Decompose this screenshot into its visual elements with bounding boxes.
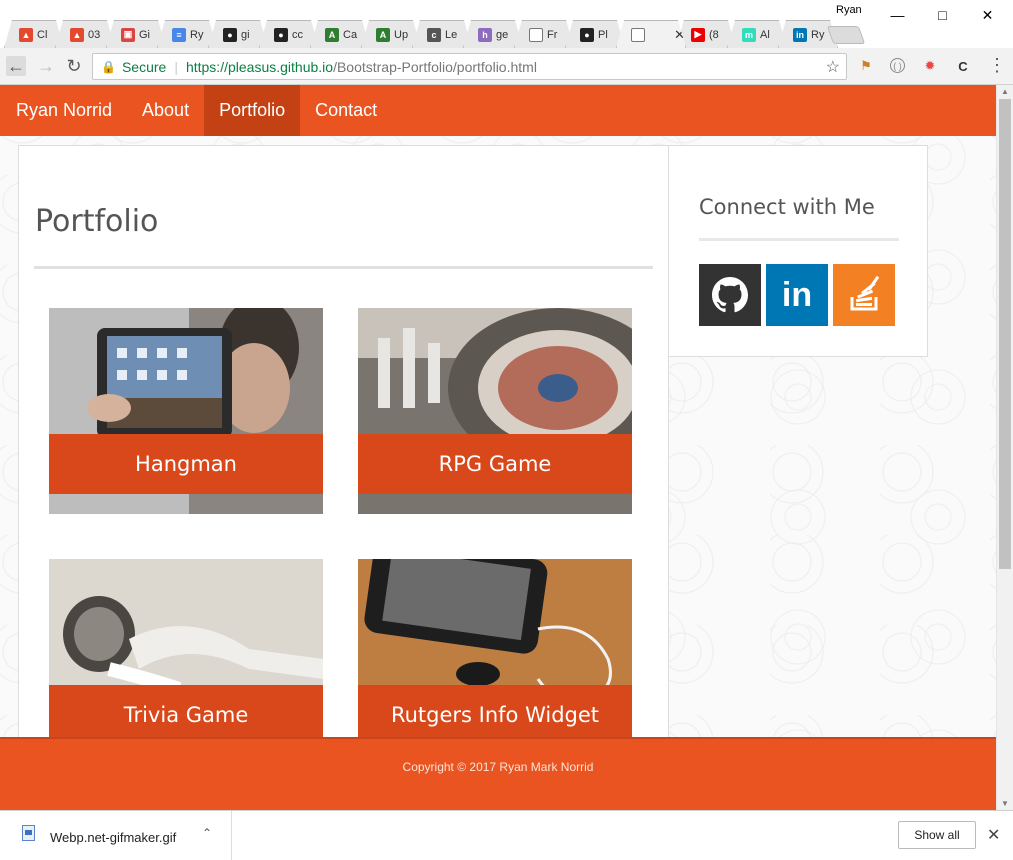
url-host: pleasus.github.io <box>227 58 334 75</box>
extension-icon[interactable]: C <box>955 58 971 74</box>
profile-name[interactable]: Ryan <box>836 4 862 16</box>
bracket-icon: A <box>376 28 390 42</box>
page-icon <box>529 28 543 42</box>
project-card-trivia-game[interactable]: Trivia Game <box>49 559 323 765</box>
portfolio-panel: Portfolio Hangman RPG Game Trivia Game R… <box>18 145 669 765</box>
project-card-rpg-game[interactable]: RPG Game <box>358 308 632 514</box>
github-logo <box>712 277 748 313</box>
project-title[interactable]: Trivia Game <box>49 685 323 745</box>
copyright-text: Copyright © 2017 Ryan Mark Norrid <box>402 760 594 774</box>
site-footer: Copyright © 2017 Ryan Mark Norrid <box>0 737 996 810</box>
browser-tab[interactable]: ▶ (8 <box>676 20 736 48</box>
browser-tab[interactable]: A Ca <box>310 20 370 48</box>
h-icon: h <box>478 28 492 42</box>
new-tab-button[interactable] <box>826 26 866 44</box>
forward-arrow-icon[interactable]: → <box>36 56 56 76</box>
secure-label: Secure <box>121 58 167 75</box>
project-title[interactable]: Rutgers Info Widget <box>358 685 632 745</box>
project-card-hangman[interactable]: Hangman <box>49 308 323 514</box>
connect-divider <box>699 238 899 241</box>
stackoverflow-icon[interactable] <box>833 264 895 326</box>
address-bar[interactable]: 🔒 Secure | https:// pleasus.github.io /B… <box>92 53 847 80</box>
gitlab-icon: ▲ <box>70 28 84 42</box>
color-picker-icon[interactable]: ✹ <box>922 58 938 74</box>
menu-dots-icon[interactable]: ⋮ <box>988 56 1006 74</box>
github-icon: ● <box>274 28 288 42</box>
gitlab-icon: ▲ <box>19 28 33 42</box>
download-bar: Webp.net-gifmaker.gif ⌃ Show all ✕ <box>0 810 1013 860</box>
nav-link-contact[interactable]: Contact <box>300 85 392 136</box>
project-card-rutgers-info-widget[interactable]: Rutgers Info Widget <box>358 559 632 765</box>
browser-tab[interactable]: A Up <box>361 20 421 48</box>
window-titlebar: Ryan — □ ✕ ▲ Cl ▲ 03 ▣ Gi ≡ Ry ● gi ● cc A Ca A… <box>0 0 1013 48</box>
scroll-down-icon[interactable]: ▼ <box>1001 799 1009 808</box>
site-navbar: Ryan Norrid About Portfolio Contact <box>0 85 996 136</box>
browser-tab[interactable]: ● cc <box>259 20 319 48</box>
youtube-icon: ▶ <box>691 28 705 42</box>
nav-link-portfolio[interactable]: Portfolio <box>204 85 301 136</box>
url-path: /Bootstrap-Portfolio/portfolio.html <box>333 58 537 75</box>
browser-tab[interactable]: Fr <box>514 20 574 48</box>
github-icon: ● <box>580 28 594 42</box>
lock-icon: 🔒 <box>101 59 116 74</box>
browser-tab[interactable]: ● Pl <box>565 20 625 48</box>
divider: | <box>174 58 178 75</box>
download-item[interactable]: Webp.net-gifmaker.gif ⌃ <box>0 811 232 860</box>
tab-strip: ▲ Cl ▲ 03 ▣ Gi ≡ Ry ● gi ● cc A Ca A Up c Le h ge … <box>4 20 1013 48</box>
image-file-icon <box>22 825 35 841</box>
stackoverflow-logo <box>850 275 880 311</box>
chevron-up-icon[interactable]: ⌃ <box>202 826 212 840</box>
url-scheme: https:// <box>185 58 228 75</box>
project-title[interactable]: RPG Game <box>358 434 632 494</box>
show-all-button[interactable]: Show all <box>898 821 976 849</box>
linkedin-logo-text: in <box>781 275 813 314</box>
clapper-icon: ▣ <box>121 28 135 42</box>
connect-title: Connect with Me <box>699 195 875 219</box>
connect-panel: Connect with Me in <box>668 145 928 357</box>
code-icon: c <box>427 28 441 42</box>
browser-tab[interactable]: ▣ Gi <box>106 20 166 48</box>
browser-tab[interactable]: ▲ Cl <box>4 20 64 48</box>
scroll-up-icon[interactable]: ▲ <box>1001 87 1009 96</box>
scroll-thumb[interactable] <box>999 99 1011 569</box>
nav-link-about[interactable]: About <box>127 85 204 136</box>
project-title[interactable]: Hangman <box>49 434 323 494</box>
page-icon <box>631 28 645 42</box>
extension-icon[interactable]: ⚑ <box>858 58 874 74</box>
download-filename[interactable]: Webp.net-gifmaker.gif <box>50 830 176 845</box>
browser-tab[interactable]: h ge <box>463 20 523 48</box>
browser-tab-active[interactable]: ✕ <box>616 20 686 48</box>
bracket-icon: A <box>325 28 339 42</box>
linkedin-icon[interactable]: in <box>766 264 828 326</box>
github-icon[interactable] <box>699 264 761 326</box>
m-icon: m <box>742 28 756 42</box>
linkedin-icon: in <box>793 28 807 42</box>
page-title: Portfolio <box>35 204 159 239</box>
extension-icon[interactable]: ( ) <box>890 58 905 73</box>
page-viewport: Ryan Norrid About Portfolio Contact Port… <box>0 85 996 810</box>
browser-toolbar: ← → ↻ 🔒 Secure | https:// pleasus.github… <box>0 48 1013 85</box>
title-divider <box>34 266 653 269</box>
doc-icon: ≡ <box>172 28 186 42</box>
bookmark-star-icon[interactable]: ☆ <box>826 57 840 77</box>
browser-tab[interactable]: ≡ Ry <box>157 20 217 48</box>
browser-tab[interactable]: ▲ 03 <box>55 20 115 48</box>
back-arrow-icon[interactable]: ← <box>6 56 26 76</box>
browser-tab[interactable]: c Le <box>412 20 472 48</box>
browser-tab[interactable]: ● gi <box>208 20 268 48</box>
browser-tab[interactable]: m Al <box>727 20 787 48</box>
github-icon: ● <box>223 28 237 42</box>
nav-brand[interactable]: Ryan Norrid <box>0 85 127 136</box>
close-icon[interactable]: ✕ <box>987 825 1000 845</box>
reload-icon[interactable]: ↻ <box>64 56 84 76</box>
vertical-scrollbar[interactable]: ▲ ▼ <box>996 85 1013 810</box>
